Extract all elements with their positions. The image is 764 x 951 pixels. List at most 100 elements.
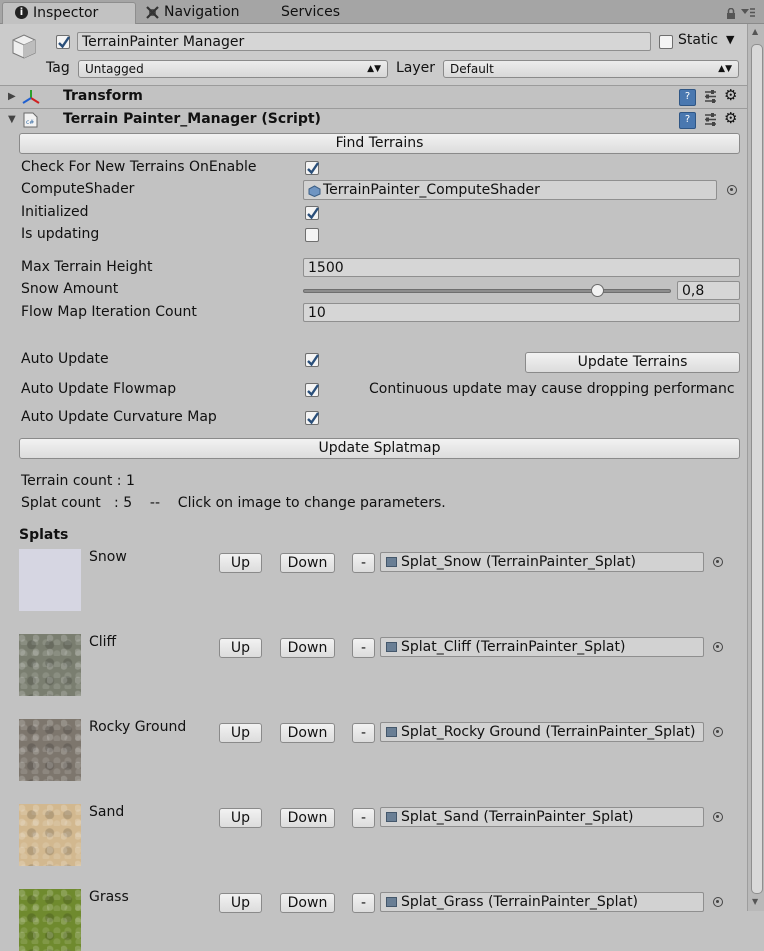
splats-heading: Splats xyxy=(19,527,69,543)
scriptable-object-icon xyxy=(386,642,397,652)
object-name-field[interactable]: TerrainPainter Manager xyxy=(77,32,651,51)
transform-title: Transform xyxy=(63,88,143,104)
auto-update-curvature-checkbox[interactable] xyxy=(305,411,319,425)
inspector-scrollbar[interactable]: ▲ ▼ xyxy=(747,24,764,911)
splat-count-text: Splat count : 5 -- Click on image to cha… xyxy=(21,495,446,511)
gameobject-header: TerrainPainter Manager Static ▼ Tag Unta… xyxy=(0,24,747,86)
splat-asset-field[interactable]: Splat_Rocky Ground (TerrainPainter_Splat… xyxy=(380,722,704,742)
initialized-checkbox[interactable] xyxy=(305,206,319,220)
presets-icon[interactable] xyxy=(703,89,718,104)
auto-update-flowmap-label: Auto Update Flowmap xyxy=(21,381,177,397)
gear-icon[interactable]: ⚙ xyxy=(724,109,737,127)
splat-texture-thumbnail[interactable] xyxy=(19,549,81,611)
check-new-terrains-label: Check For New Terrains OnEnable xyxy=(21,159,257,175)
snow-amount-slider-thumb[interactable] xyxy=(590,284,604,297)
find-terrains-button[interactable]: Find Terrains xyxy=(19,133,740,154)
flow-map-iteration-label: Flow Map Iteration Count xyxy=(21,304,197,320)
object-picker-icon[interactable] xyxy=(713,727,723,737)
object-picker-icon[interactable] xyxy=(713,812,723,822)
is-updating-checkbox[interactable] xyxy=(305,228,319,242)
splat-asset-field[interactable]: Splat_Cliff (TerrainPainter_Splat) xyxy=(380,637,704,657)
splat-asset-name: Splat_Sand (TerrainPainter_Splat) xyxy=(401,809,634,825)
splat-texture-thumbnail[interactable] xyxy=(19,804,81,866)
tag-dropdown[interactable]: Untagged ▲▼ xyxy=(78,60,388,78)
tab-inspector[interactable]: i Inspector xyxy=(2,2,136,24)
compute-shader-label: ComputeShader xyxy=(21,181,135,197)
auto-update-label: Auto Update xyxy=(21,351,109,367)
splat-up-button[interactable]: Up xyxy=(219,638,262,658)
static-checkbox[interactable] xyxy=(659,35,673,49)
shader-icon xyxy=(308,185,321,197)
check-new-terrains-checkbox[interactable] xyxy=(305,161,319,175)
splat-name: Cliff xyxy=(89,634,117,650)
auto-update-checkbox[interactable] xyxy=(305,353,319,367)
object-picker-icon[interactable] xyxy=(713,897,723,907)
help-book-icon[interactable]: ? xyxy=(679,112,696,129)
performance-warning-text: Continuous update may cause dropping per… xyxy=(369,381,735,397)
tab-inspector-label: Inspector xyxy=(33,5,99,21)
splat-up-button[interactable]: Up xyxy=(219,808,262,828)
scriptable-object-icon xyxy=(386,812,397,822)
foldout-expanded-icon[interactable]: ▼ xyxy=(8,114,16,125)
object-picker-icon[interactable] xyxy=(727,185,737,195)
scroll-down-icon[interactable]: ▼ xyxy=(752,897,758,906)
splat-asset-name: Splat_Rocky Ground (TerrainPainter_Splat… xyxy=(401,724,696,740)
splat-asset-field[interactable]: Splat_Grass (TerrainPainter_Splat) xyxy=(380,892,704,912)
transform-icon xyxy=(22,90,40,104)
transform-component-header[interactable]: ▶ Transform ? ⚙ xyxy=(0,85,747,109)
splat-asset-name: Splat_Cliff (TerrainPainter_Splat) xyxy=(401,639,626,655)
splat-asset-field[interactable]: Splat_Snow (TerrainPainter_Splat) xyxy=(380,552,704,572)
scriptable-object-icon xyxy=(386,557,397,567)
help-book-icon[interactable]: ? xyxy=(679,89,696,106)
splat-remove-button[interactable]: - xyxy=(352,553,375,573)
active-checkbox[interactable] xyxy=(56,35,70,49)
object-picker-icon[interactable] xyxy=(713,557,723,567)
splat-down-button[interactable]: Down xyxy=(280,723,335,743)
presets-icon[interactable] xyxy=(703,112,718,127)
foldout-collapsed-icon[interactable]: ▶ xyxy=(8,91,16,102)
snow-amount-slider-track[interactable] xyxy=(303,289,671,293)
static-dropdown-arrow-icon[interactable]: ▼ xyxy=(726,33,734,46)
info-icon: i xyxy=(15,6,28,19)
dropdown-arrows-icon: ▲▼ xyxy=(718,64,732,74)
gameobject-icon xyxy=(12,34,36,59)
update-splatmap-button[interactable]: Update Splatmap xyxy=(19,438,740,459)
gear-icon[interactable]: ⚙ xyxy=(724,86,737,104)
tag-dropdown-value: Untagged xyxy=(85,62,144,76)
scriptable-object-icon xyxy=(386,727,397,737)
scrollbar-thumb[interactable] xyxy=(751,44,763,894)
scroll-up-icon[interactable]: ▲ xyxy=(752,27,758,36)
splat-down-button[interactable]: Down xyxy=(280,638,335,658)
splat-down-button[interactable]: Down xyxy=(280,893,335,913)
max-terrain-height-field[interactable]: 1500 xyxy=(303,258,740,277)
menu-icon[interactable] xyxy=(741,8,755,18)
script-component-header[interactable]: ▼ c# Terrain Painter_Manager (Script) ? … xyxy=(0,108,747,132)
splat-remove-button[interactable]: - xyxy=(352,893,375,913)
splat-up-button[interactable]: Up xyxy=(219,893,262,913)
auto-update-flowmap-checkbox[interactable] xyxy=(305,383,319,397)
layer-dropdown-value: Default xyxy=(450,62,494,76)
flow-map-iteration-field[interactable]: 10 xyxy=(303,303,740,322)
snow-amount-field[interactable]: 0,8 xyxy=(677,281,740,300)
tab-services[interactable]: Services xyxy=(281,2,340,23)
splat-remove-button[interactable]: - xyxy=(352,723,375,743)
splat-texture-thumbnail[interactable] xyxy=(19,889,81,951)
lock-icon[interactable] xyxy=(726,8,736,19)
splat-remove-button[interactable]: - xyxy=(352,808,375,828)
splat-down-button[interactable]: Down xyxy=(280,808,335,828)
object-picker-icon[interactable] xyxy=(713,642,723,652)
navigation-icon xyxy=(146,6,159,19)
splat-name: Sand xyxy=(89,804,125,820)
splat-up-button[interactable]: Up xyxy=(219,553,262,573)
splat-texture-thumbnail[interactable] xyxy=(19,634,81,696)
compute-shader-field[interactable]: TerrainPainter_ComputeShader xyxy=(303,180,717,200)
splat-texture-thumbnail[interactable] xyxy=(19,719,81,781)
script-icon: c# xyxy=(23,112,38,128)
splat-down-button[interactable]: Down xyxy=(280,553,335,573)
splat-up-button[interactable]: Up xyxy=(219,723,262,743)
update-terrains-button[interactable]: Update Terrains xyxy=(525,352,740,373)
layer-dropdown[interactable]: Default ▲▼ xyxy=(443,60,739,78)
scriptable-object-icon xyxy=(386,897,397,907)
splat-asset-field[interactable]: Splat_Sand (TerrainPainter_Splat) xyxy=(380,807,704,827)
splat-remove-button[interactable]: - xyxy=(352,638,375,658)
